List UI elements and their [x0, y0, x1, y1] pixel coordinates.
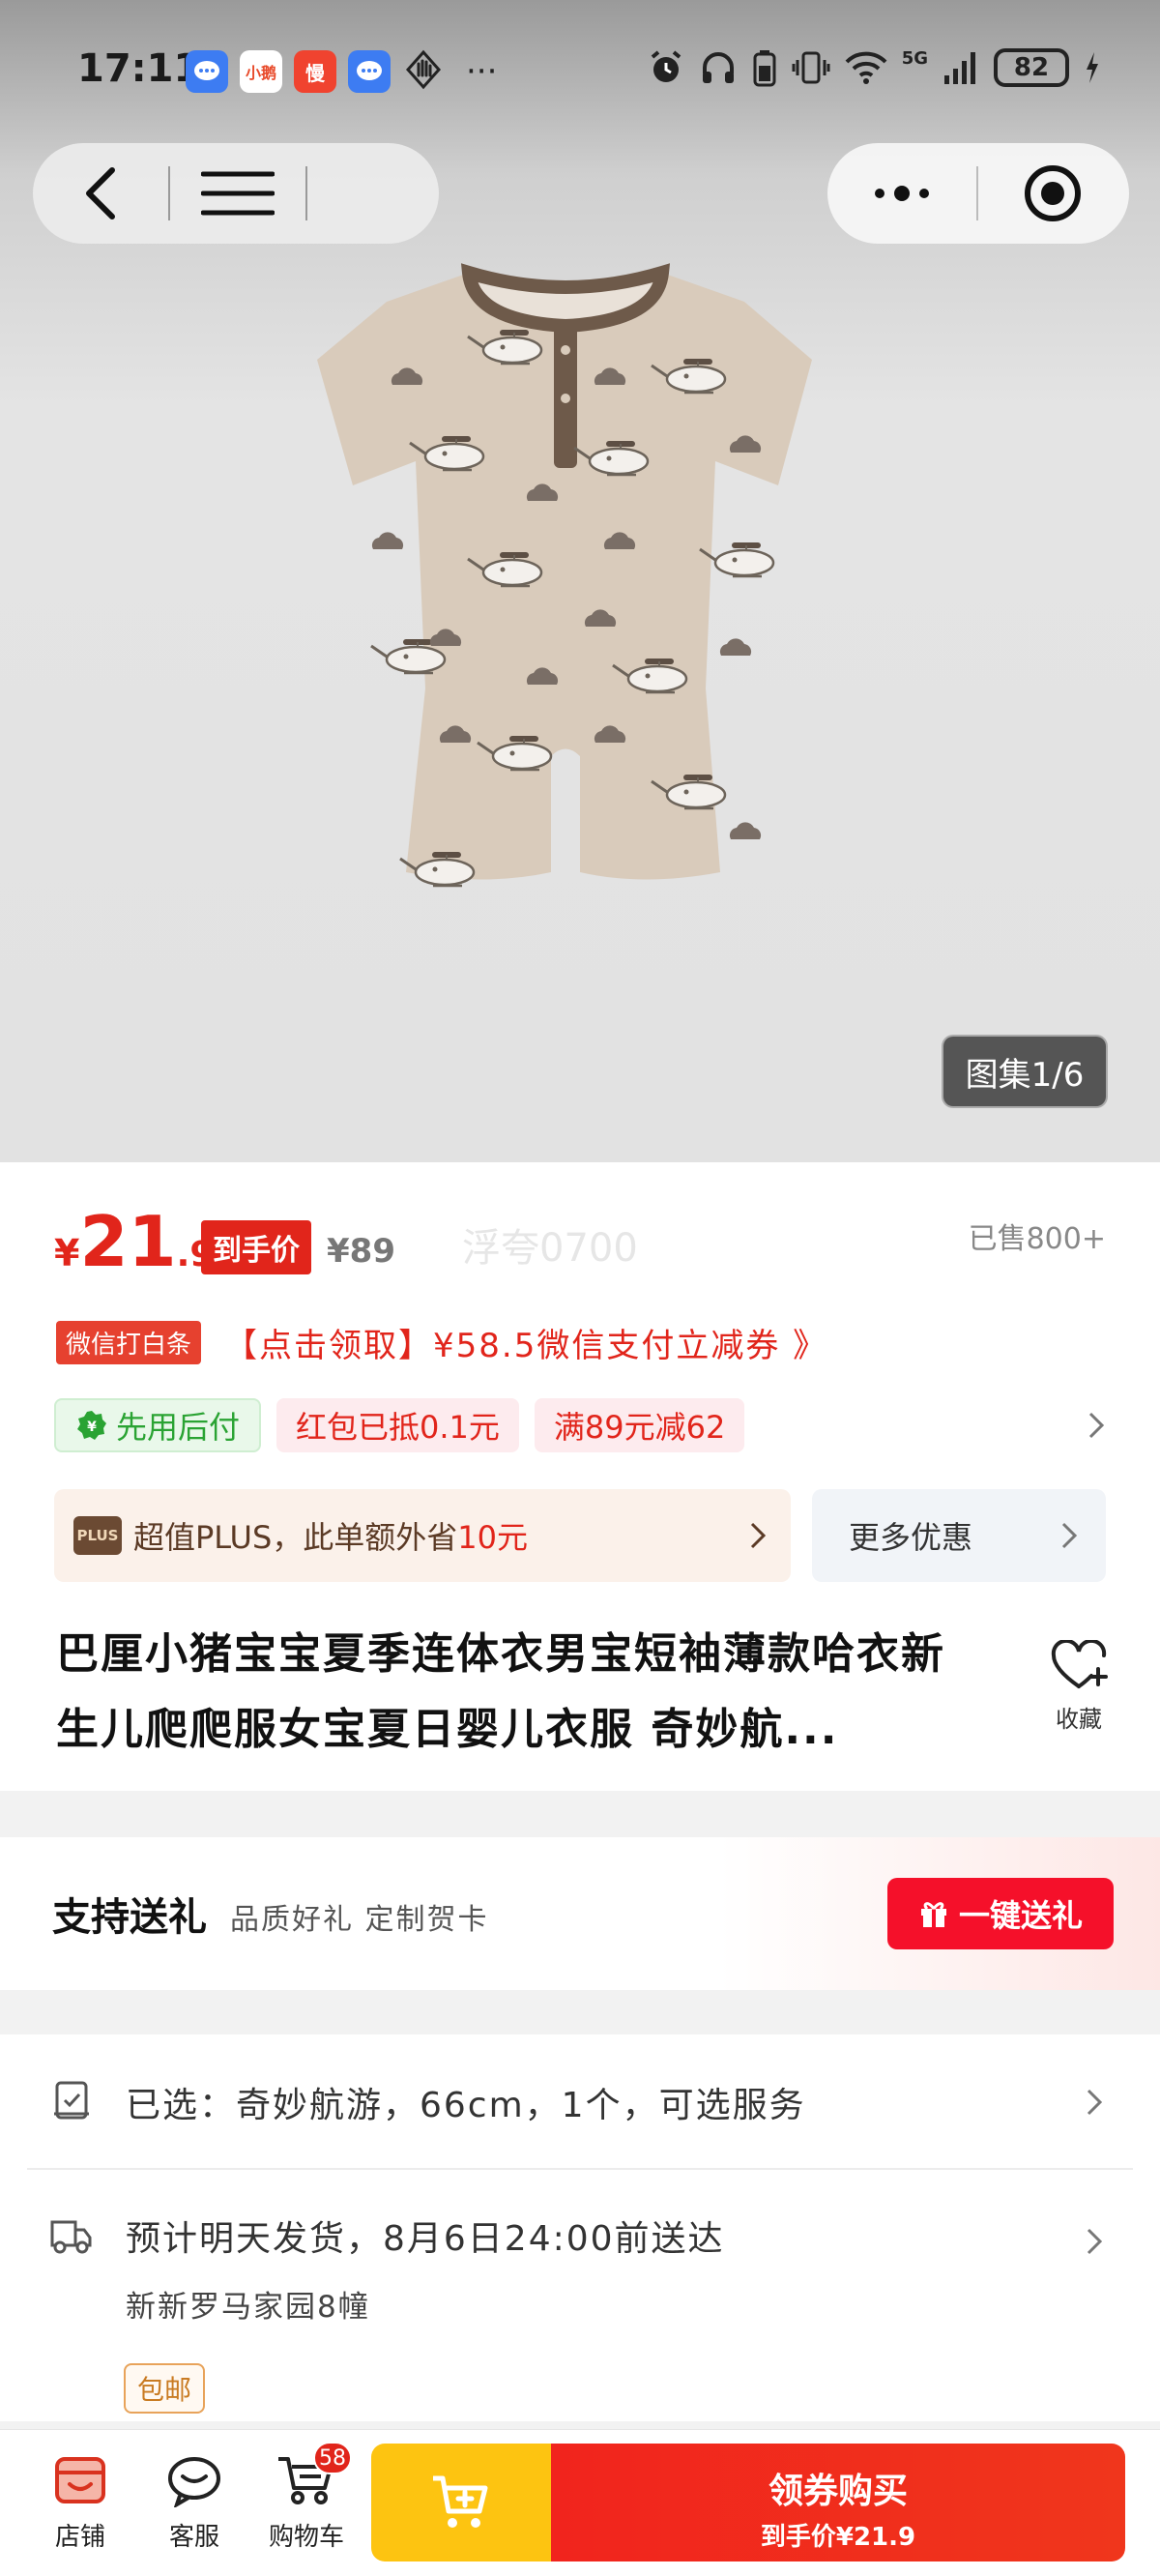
chevron-right-icon[interactable]	[1087, 1408, 1106, 1443]
gallery-counter[interactable]: 图集1/6	[942, 1035, 1108, 1108]
alarm-icon	[651, 50, 681, 82]
product-gallery[interactable]: 17:11 小鹅 慢 ··· 5G 82 图集1/6	[0, 0, 1160, 1162]
buy-button-price: 到手价¥21.9	[760, 2523, 916, 2552]
status-time: 17:11	[77, 46, 201, 91]
wechat-baitiao-tag: 微信打白条	[56, 1321, 202, 1364]
price: ¥ 21 .9	[54, 1201, 214, 1294]
plus-text-prefix: 超值PLUS，此单额外省	[133, 1519, 458, 1556]
status-bar: 17:11 小鹅 慢 ··· 5G 82	[0, 39, 1160, 106]
mini-program-capsule	[827, 143, 1129, 244]
chevron-right-icon	[750, 1522, 767, 1549]
cart-count-badge: 58	[313, 2442, 352, 2474]
gift-title: 支持送礼	[52, 1895, 207, 1940]
nav-capsule-left	[33, 143, 439, 244]
man-app-icon: 慢	[294, 50, 336, 93]
chevron-right-icon	[1087, 2089, 1103, 2116]
pay-later-icon: ¥	[77, 1411, 106, 1440]
coupon-link[interactable]: 【点击领取】¥58.5微信支付立减券 》	[224, 1319, 827, 1366]
delivery-estimate[interactable]: 预计明天发货，8月6日24:00前送达	[126, 2210, 725, 2261]
selected-spec-row[interactable]: 已选：奇妙航游，66cm，1个，可选服务	[0, 2034, 1160, 2168]
final-price-tag: 到手价	[201, 1220, 311, 1274]
free-shipping-badge: 包邮	[124, 2363, 206, 2414]
more-offers-label: 更多优惠	[849, 1519, 973, 1556]
headphones-icon	[702, 52, 734, 83]
vibrate-icon	[792, 51, 830, 84]
chevron-left-icon	[86, 167, 115, 220]
menu-button[interactable]	[170, 143, 305, 244]
plus-savings-amount: 10元	[457, 1519, 529, 1556]
coupon-buy-button[interactable]: 领券购买 到手价¥21.9	[551, 2444, 1125, 2561]
tab-cart-label: 购物车	[268, 2523, 344, 2552]
watermark: 浮夸0700	[462, 1226, 638, 1271]
system-icons: 5G 82	[647, 48, 1102, 87]
tab-store[interactable]: 店铺	[27, 2453, 133, 2553]
red-packet-chip[interactable]: 红包已抵0.1元	[276, 1398, 519, 1452]
gift-subtitle: 品质好礼 定制贺卡	[230, 1903, 489, 1937]
more-options-button[interactable]	[827, 143, 976, 244]
add-to-cart-button[interactable]	[371, 2444, 551, 2561]
xiaohongshu-icon: 小鹅	[240, 50, 282, 93]
price-symbol: ¥	[54, 1232, 80, 1274]
delivery-address[interactable]: 新新罗马家园8幢	[126, 2282, 370, 2326]
tab-customer-service[interactable]: 客服	[141, 2453, 247, 2553]
customer-service-icon	[168, 2457, 220, 2509]
close-mini-program-button[interactable]	[978, 143, 1127, 244]
svg-text:¥: ¥	[87, 1420, 97, 1435]
chevron-right-icon[interactable]	[1085, 2224, 1104, 2259]
back-button[interactable]	[33, 143, 168, 244]
more-dots-icon	[875, 186, 929, 201]
hand-icon	[402, 48, 445, 95]
tab-cart[interactable]: 58 购物车	[253, 2442, 360, 2553]
charging-icon	[1087, 52, 1098, 83]
selected-spec: 已选：奇妙航游，66cm，1个，可选服务	[126, 2086, 806, 2125]
sold-count: 已售800+	[968, 1222, 1106, 1256]
target-close-icon	[1025, 165, 1081, 221]
plus-text: 超值PLUS，此单额外省10元	[133, 1513, 528, 1558]
price-integer: 21	[79, 1201, 177, 1282]
pay-later-label: 先用后付	[116, 1409, 241, 1446]
store-icon	[55, 2457, 105, 2503]
delivery-truck-icon	[50, 2220, 92, 2254]
gift-section: 支持送礼 品质好礼 定制贺卡 一键送礼	[0, 1837, 1160, 1990]
plus-savings-bar[interactable]: PLUS 超值PLUS，此单额外省10元	[54, 1489, 791, 1582]
more-notifications: ···	[466, 52, 498, 91]
favorite-label: 收藏	[1056, 1706, 1102, 1733]
heart-plus-icon	[1051, 1638, 1108, 1688]
spec-delivery-card: 已选：奇妙航游，66cm，1个，可选服务 预计明天发货，8月6日24:00前送达…	[0, 2034, 1160, 2421]
battery-level: 82	[994, 48, 1069, 87]
send-gift-button[interactable]: 一键送礼	[887, 1878, 1114, 1949]
signal-icon	[944, 52, 975, 84]
chat-bubble-icon	[348, 50, 391, 93]
battery-small-icon	[753, 50, 776, 87]
tab-customer-service-label: 客服	[168, 2523, 219, 2552]
chat-bubble-icon	[186, 50, 228, 93]
hamburger-icon	[201, 171, 275, 216]
gift-box-icon	[920, 1902, 946, 1927]
product-image[interactable]	[290, 253, 841, 911]
product-info-card: ¥ 21 .9 到手价 ¥89 浮夸0700 已售800+ 微信打白条 【点击领…	[0, 1162, 1160, 1791]
plus-badge: PLUS	[73, 1516, 122, 1555]
divider	[27, 2168, 1133, 2170]
wechat-coupon[interactable]: 微信打白条 【点击领取】¥58.5微信支付立减券 》	[56, 1319, 827, 1366]
discount-chip[interactable]: 满89元减62	[534, 1398, 745, 1452]
send-gift-label: 一键送礼	[958, 1897, 1083, 1934]
network-type: 5G	[901, 47, 928, 69]
favorite-button[interactable]: 收藏	[1050, 1638, 1108, 1734]
wifi-icon	[845, 51, 887, 84]
bottom-action-bar: 店铺 客服 58 购物车 领券购买 到手价¥21.9	[0, 2429, 1160, 2576]
original-price: ¥89	[327, 1232, 395, 1271]
promotion-chips[interactable]: ¥ 先用后付 红包已抵0.1元 满89元减62	[54, 1398, 1106, 1452]
chevron-right-icon	[1061, 1522, 1078, 1549]
more-offers-button[interactable]: 更多优惠	[812, 1489, 1106, 1582]
tab-store-label: 店铺	[54, 2523, 105, 2552]
notification-icons: 小鹅 慢 ···	[186, 48, 497, 95]
pay-later-chip[interactable]: ¥ 先用后付	[54, 1398, 262, 1452]
buy-button-label: 领券购买	[768, 2472, 908, 2511]
spec-check-icon	[54, 2081, 89, 2120]
product-title: 巴厘小猪宝宝夏季连体衣男宝短袖薄款哈衣新生儿爬爬服女宝夏日婴儿衣服 奇妙航...	[56, 1629, 945, 1754]
cart-add-icon	[433, 2475, 488, 2528]
capsule-divider	[305, 166, 307, 220]
